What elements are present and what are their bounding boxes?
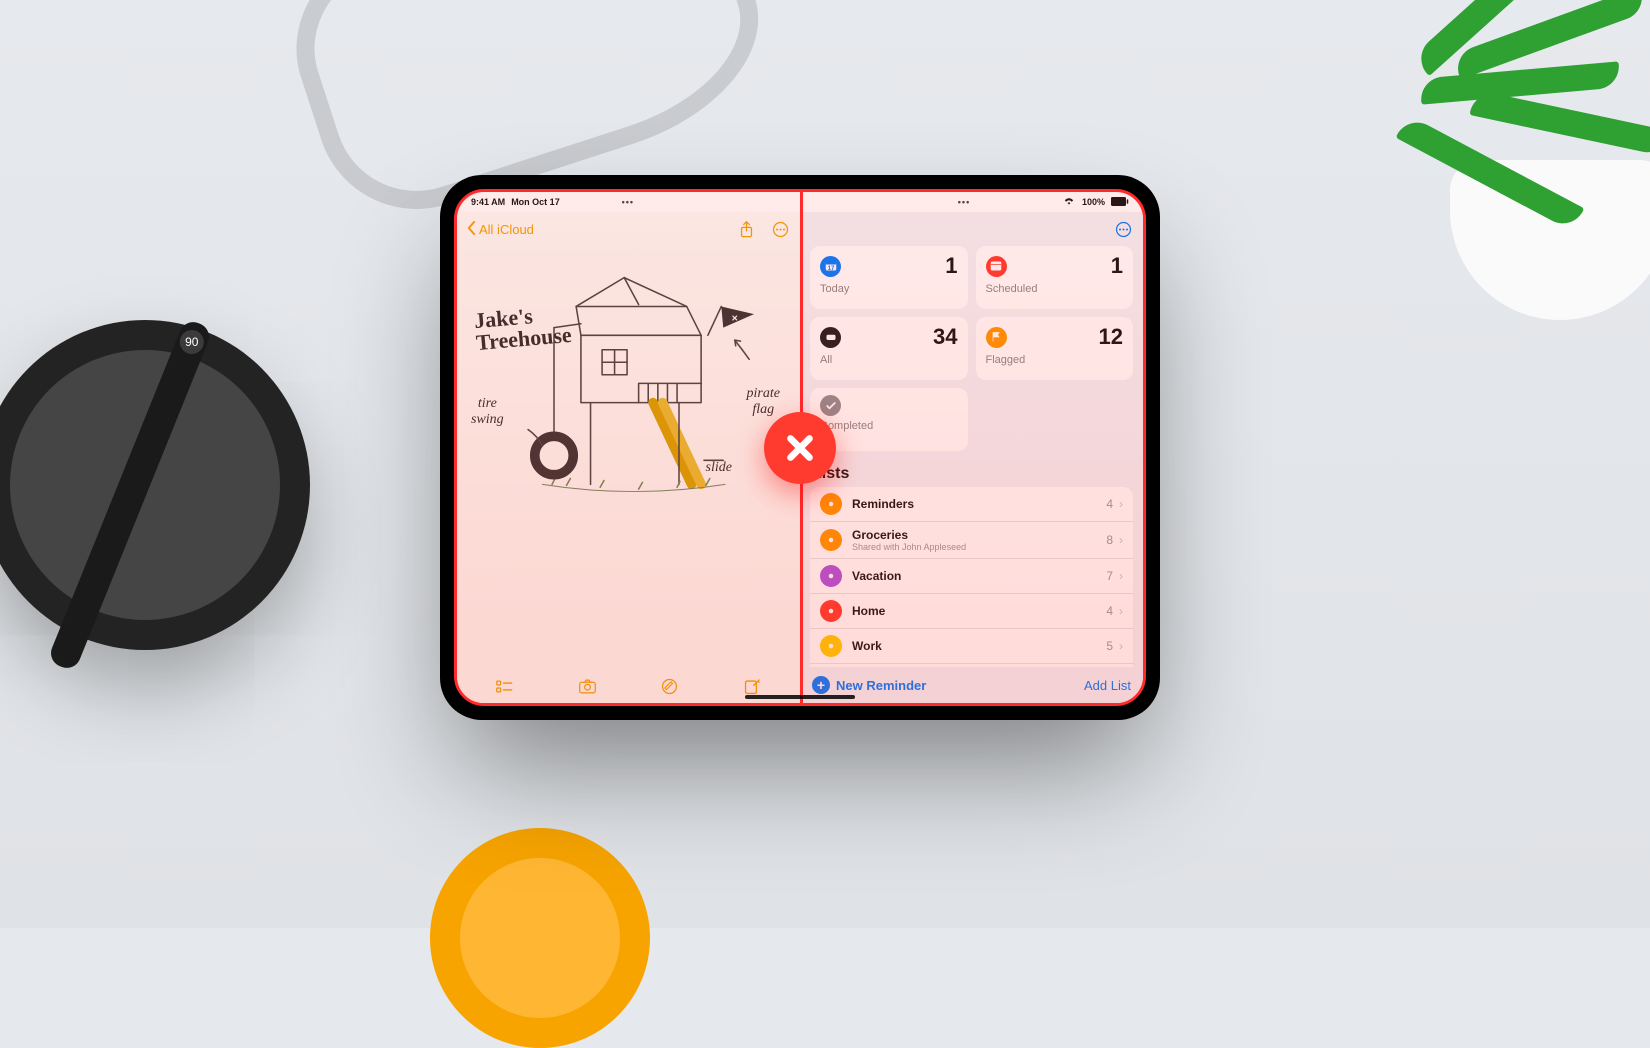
list-count: 4 — [1106, 604, 1113, 618]
smart-scheduled-label: Scheduled — [986, 283, 1124, 295]
reminders-more-button[interactable] — [1113, 219, 1133, 239]
close-icon — [781, 429, 819, 467]
more-button[interactable] — [770, 219, 790, 239]
smart-all-count: 34 — [933, 324, 957, 350]
notes-app-pane: All iCloud Jake's Treehouse tire swing p… — [457, 212, 800, 703]
list-count: 7 — [1106, 569, 1113, 583]
list-item[interactable]: Reminders4 › — [810, 487, 1133, 522]
lists-header: Lists — [800, 451, 1143, 487]
status-time: 9:41 AM — [471, 197, 505, 207]
list-item[interactable]: Home4 › — [810, 594, 1133, 629]
list-count: 8 — [1106, 533, 1113, 547]
share-button[interactable] — [736, 219, 756, 239]
list-name: Work — [852, 639, 1106, 653]
annotation-flag: pirate flag — [747, 386, 780, 418]
list-item[interactable]: GroceriesShared with John Appleseed8 › — [810, 522, 1133, 559]
close-button[interactable] — [764, 412, 836, 484]
notes-header: All iCloud — [457, 212, 800, 246]
new-reminder-button[interactable]: + New Reminder — [812, 676, 926, 694]
list-name: Groceries — [852, 528, 1106, 542]
smart-flagged[interactable]: 12 Flagged — [976, 317, 1134, 380]
smart-today-count: 1 — [945, 253, 957, 279]
list-name: Home — [852, 604, 1106, 618]
chevron-right-icon: › — [1119, 604, 1123, 618]
annotation-slide: slide — [706, 460, 732, 476]
list-name: Reminders — [852, 497, 1106, 511]
list-icon — [820, 600, 842, 622]
list-icon — [820, 565, 842, 587]
smart-all-label: All — [820, 354, 958, 366]
list-subtitle: Shared with John Appleseed — [852, 542, 1106, 552]
smart-lists-grid: 17 1 Today 1 Scheduled — [800, 246, 1143, 451]
smart-all[interactable]: 34 All — [810, 317, 968, 380]
list-name: Vacation — [852, 569, 1106, 583]
svg-text:17: 17 — [827, 266, 834, 272]
smart-completed-label: Completed — [820, 420, 958, 432]
smart-today[interactable]: 17 1 Today — [810, 246, 968, 309]
note-canvas[interactable]: Jake's Treehouse tire swing pirate flag … — [457, 246, 800, 669]
status-date: Mon Oct 17 — [511, 197, 560, 207]
plus-icon: + — [812, 676, 830, 694]
check-icon — [820, 395, 841, 416]
list-item[interactable]: Vacation7 › — [810, 559, 1133, 594]
list-icon — [820, 529, 842, 551]
reminders-header — [800, 212, 1143, 246]
smart-scheduled-count: 1 — [1111, 253, 1123, 279]
chevron-right-icon: › — [1119, 569, 1123, 583]
flag-icon — [986, 327, 1007, 348]
chevron-left-icon — [467, 221, 476, 238]
chevron-right-icon: › — [1119, 497, 1123, 511]
smart-flagged-count: 12 — [1099, 324, 1123, 350]
wifi-icon — [1062, 196, 1076, 208]
new-reminder-label: New Reminder — [836, 678, 926, 693]
compose-button[interactable] — [743, 676, 763, 696]
add-list-button[interactable]: Add List — [1084, 678, 1131, 693]
reminders-app-pane: 17 1 Today 1 Scheduled — [800, 212, 1143, 703]
smart-scheduled[interactable]: 1 Scheduled — [976, 246, 1134, 309]
checklist-button[interactable] — [494, 676, 514, 696]
chevron-right-icon: › — [1119, 533, 1123, 547]
status-battery-pct: 100% — [1082, 197, 1105, 207]
calendar-today-icon: 17 — [820, 256, 841, 277]
ipad-screen: 9:41 AM Mon Oct 17 ••• ••• 100% — [454, 189, 1146, 706]
multitasking-dots-right[interactable]: ••• — [958, 197, 970, 207]
list-icon — [820, 493, 842, 515]
smart-flagged-label: Flagged — [986, 354, 1124, 366]
back-label: All iCloud — [479, 222, 534, 237]
back-button[interactable]: All iCloud — [467, 221, 534, 238]
multitasking-dots-left[interactable]: ••• — [622, 197, 634, 207]
chevron-right-icon: › — [1119, 639, 1123, 653]
list-count: 5 — [1106, 639, 1113, 653]
ipad-device: 9:41 AM Mon Oct 17 ••• ••• 100% — [440, 175, 1160, 720]
tray-icon — [820, 327, 841, 348]
list-count: 4 — [1106, 497, 1113, 511]
calendar-icon — [986, 256, 1007, 277]
home-indicator[interactable] — [745, 695, 855, 699]
smart-today-label: Today — [820, 283, 958, 295]
list-item[interactable]: Work5 › — [810, 629, 1133, 664]
list-icon — [820, 635, 842, 657]
note-title: Jake's Treehouse — [473, 302, 572, 354]
annotation-tire: tire swing — [471, 396, 504, 428]
battery-icon — [1111, 197, 1129, 208]
camera-button[interactable] — [577, 676, 597, 696]
markup-button[interactable] — [660, 676, 680, 696]
